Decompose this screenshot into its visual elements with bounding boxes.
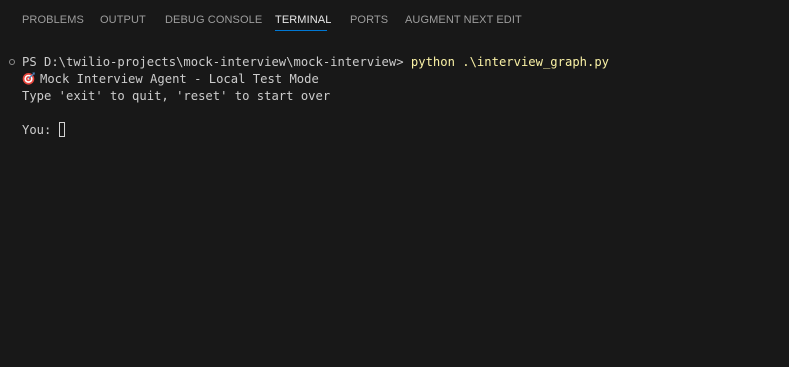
- tab-ports[interactable]: PORTS: [350, 14, 388, 26]
- tab-debug-console[interactable]: DEBUG CONSOLE: [165, 14, 262, 26]
- output-line-instructions: Type 'exit' to quit, 'reset' to start ov…: [22, 89, 331, 103]
- output-line-title: Mock Interview Agent - Local Test Mode: [22, 71, 319, 88]
- active-tab-indicator: [275, 30, 327, 31]
- input-prompt: You:: [22, 123, 59, 137]
- panel-tab-bar: PROBLEMS OUTPUT DEBUG CONSOLE TERMINAL P…: [0, 0, 789, 40]
- command-line: PS D:\twilio-projects\mock-interview\moc…: [22, 54, 609, 71]
- input-line[interactable]: You:: [22, 122, 65, 139]
- target-icon: [22, 72, 35, 85]
- tab-output[interactable]: OUTPUT: [100, 14, 146, 26]
- shell-prompt: PS D:\twilio-projects\mock-interview\moc…: [22, 55, 411, 69]
- command-text: python .\interview_graph.py: [410, 55, 610, 69]
- output-title-text: Mock Interview Agent - Local Test Mode: [40, 72, 319, 86]
- tab-terminal[interactable]: TERMINAL: [275, 14, 331, 26]
- tab-augment-next-edit[interactable]: AUGMENT NEXT EDIT: [405, 14, 522, 26]
- command-decoration-icon[interactable]: [9, 59, 15, 65]
- terminal-cursor: [58, 122, 65, 137]
- tab-problems[interactable]: PROBLEMS: [22, 14, 84, 26]
